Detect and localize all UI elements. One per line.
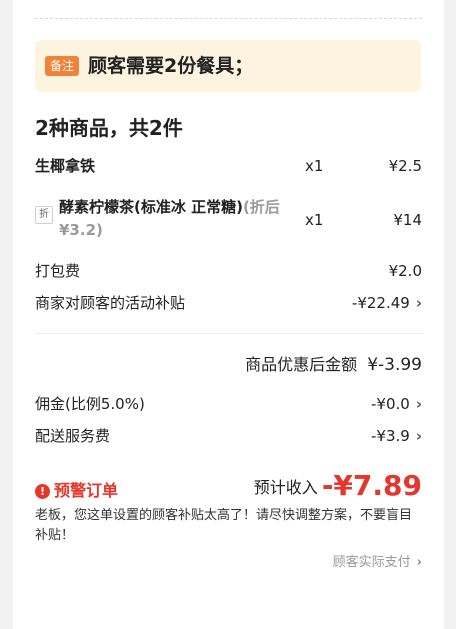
- actual-payment-link[interactable]: 顾客实际支付 ›: [333, 553, 422, 573]
- after-discount-row: 商品优惠后金额 ¥-3.99: [245, 353, 422, 377]
- note-text: 顾客需要2份餐具；: [88, 55, 254, 77]
- item-name: 酵素柠檬茶(标准冰 正常糖): [59, 198, 243, 216]
- subsidy-row[interactable]: 商家对顾客的活动补贴 -¥22.49 ›: [35, 292, 422, 314]
- delivery-fee-row[interactable]: 配送服务费 -¥3.9 ›: [35, 425, 422, 447]
- item-discount-open: (折后: [242, 198, 280, 216]
- income-label: 预计收入: [253, 478, 318, 497]
- items-summary: 2种商品，共2件: [35, 116, 183, 140]
- discount-tag: 折: [35, 206, 53, 224]
- subsidy-warning-text: 老板，您这单设置的顾客补贴太高了！请尽快调整方案，不要盲目补贴！: [35, 508, 413, 543]
- estimated-income: 预计收入 -¥7.89: [254, 468, 422, 508]
- order-note: 备注 顾客需要2份餐具；: [35, 40, 421, 92]
- subsidy-label: 商家对顾客的活动补贴: [35, 294, 186, 312]
- warning-order: ! 预警订单: [35, 480, 118, 502]
- item-qty: x1: [305, 211, 324, 229]
- chevron-right-icon[interactable]: ›: [417, 553, 422, 573]
- commission-value-wrap: -¥0.0 ›: [371, 393, 422, 415]
- item-discount-price: ¥3.2): [59, 221, 103, 239]
- packing-fee-value: ¥2.0: [388, 262, 422, 280]
- packing-fee-row: 打包费 ¥2.0: [35, 260, 422, 282]
- actual-payment-label: 顾客实际支付: [332, 555, 411, 570]
- section-divider: [35, 333, 422, 334]
- after-discount-label: 商品优惠后金额: [245, 355, 358, 374]
- item-name: 生椰拿铁: [35, 157, 96, 175]
- commission-label: 佣金(比例5.0%): [35, 395, 145, 413]
- delivery-fee-label: 配送服务费: [35, 427, 111, 445]
- item-row: 生椰拿铁 x1 ¥2.5: [35, 155, 422, 179]
- income-value: -¥7.89: [321, 469, 422, 502]
- warning-label: 预警订单: [54, 481, 119, 500]
- dashed-divider: [35, 18, 422, 19]
- order-card: 备注 顾客需要2份餐具； 2种商品，共2件 生椰拿铁 x1 ¥2.5 折 酵素柠…: [13, 0, 444, 629]
- chevron-right-icon[interactable]: ›: [416, 393, 422, 415]
- item-price: ¥14: [393, 211, 422, 229]
- item-qty: x1: [305, 157, 324, 175]
- chevron-right-icon[interactable]: ›: [416, 292, 422, 314]
- commission-value: -¥0.0: [371, 395, 410, 413]
- item-row: 折 酵素柠檬茶(标准冰 正常糖)(折后 ¥3.2) x1 ¥14: [35, 196, 422, 242]
- delivery-fee-value-wrap: -¥3.9 ›: [371, 425, 422, 447]
- after-discount-value: ¥-3.99: [367, 355, 422, 375]
- packing-fee-label: 打包费: [35, 262, 81, 280]
- commission-row[interactable]: 佣金(比例5.0%) -¥0.0 ›: [35, 393, 422, 415]
- subsidy-value: -¥22.49: [351, 294, 410, 312]
- exclamation-icon: !: [35, 484, 50, 499]
- item-name-line1: 酵素柠檬茶(标准冰 正常糖)(折后: [59, 196, 280, 218]
- delivery-fee-value: -¥3.9: [371, 427, 410, 445]
- item-price: ¥2.5: [388, 157, 422, 175]
- chevron-right-icon[interactable]: ›: [416, 425, 422, 447]
- subsidy-value-wrap: -¥22.49 ›: [352, 292, 422, 314]
- note-tag: 备注: [45, 56, 80, 76]
